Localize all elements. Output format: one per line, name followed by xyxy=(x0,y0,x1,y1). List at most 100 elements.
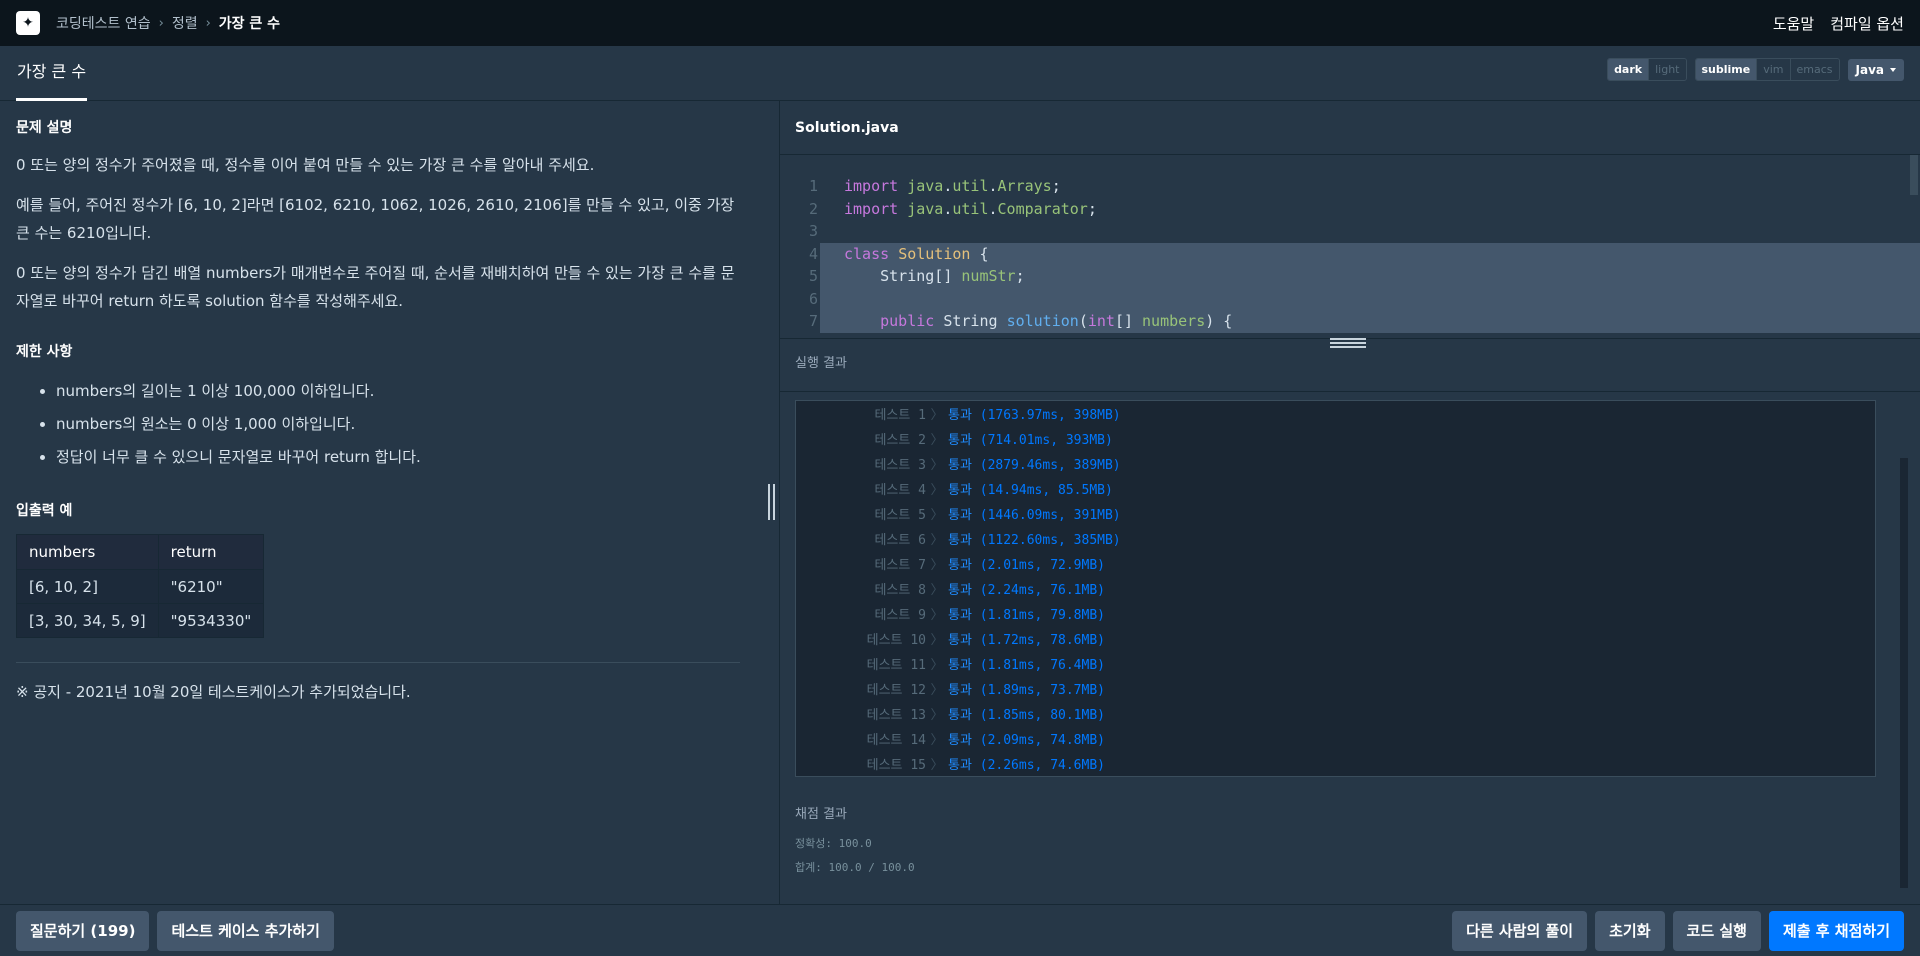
test-status: 통과 xyxy=(948,683,972,698)
code-token: numbers xyxy=(1142,312,1206,330)
code-token: ; xyxy=(1087,199,1097,218)
code-editor[interactable]: 1 import java.util.Arrays; 2 import java.ut… xyxy=(780,155,1920,338)
line-number: 4 xyxy=(808,244,818,263)
code-token: public xyxy=(880,312,944,330)
test-detail: (2.26ms, 74.6MB) xyxy=(979,758,1105,773)
accuracy-line: 정확성: 100.0 xyxy=(795,837,872,850)
code-token: . xyxy=(988,177,998,195)
code-line[interactable]: 1 import java.util.Arrays; xyxy=(780,175,1920,198)
code-token: ) { xyxy=(1205,312,1233,330)
theme-light-button[interactable]: light xyxy=(1648,59,1686,80)
table-header-cell: numbers xyxy=(16,534,159,570)
table-cell: "9534330" xyxy=(157,603,265,638)
test-name: 테스트 12 xyxy=(866,683,926,698)
breadcrumb-item-coding-test[interactable]: 코딩테스트 연습 xyxy=(56,13,151,33)
divider xyxy=(16,662,740,663)
test-result-row: 테스트 12 〉 통과 (1.89ms, 73.7MB) xyxy=(796,678,1875,703)
test-name: 테스트 11 xyxy=(866,658,926,673)
keymap-sublime-button[interactable]: sublime xyxy=(1695,59,1757,80)
test-result: 통과 (1122.60ms, 385MB) xyxy=(948,528,1121,553)
test-status: 통과 xyxy=(948,533,972,548)
keymap-emacs-button[interactable]: emacs xyxy=(1789,59,1839,80)
help-link[interactable]: 도움말 xyxy=(1773,13,1814,34)
code-token: Solution xyxy=(898,244,971,263)
test-result: 통과 (2.09ms, 74.8MB) xyxy=(948,728,1105,753)
test-name: 테스트 10 xyxy=(866,633,926,648)
line-number: 1 xyxy=(808,177,818,195)
code-line[interactable]: 7 public String solution(int[] numbers) … xyxy=(780,310,1920,333)
result-scrollbar[interactable] xyxy=(1900,458,1908,888)
test-result-row: 테스트 11 〉 통과 (1.81ms, 76.4MB) xyxy=(796,653,1875,678)
code-token: [] xyxy=(1114,312,1143,330)
test-detail: (1122.60ms, 385MB) xyxy=(979,533,1121,548)
question-button[interactable]: 질문하기 (199) xyxy=(16,910,150,951)
reset-button[interactable]: 초기화 xyxy=(1595,910,1665,951)
test-result: 통과 (2.24ms, 76.1MB) xyxy=(948,578,1105,603)
code-line[interactable]: 5 String[] numStr; xyxy=(780,265,1920,288)
table-cell: [3, 30, 34, 5, 9] xyxy=(16,603,159,638)
test-result-row: 테스트 8 〉 통과 (2.24ms, 76.1MB) xyxy=(796,578,1875,603)
compile-options-link[interactable]: 컴파일 옵션 xyxy=(1830,13,1904,34)
code-token: { xyxy=(970,244,989,263)
test-result-row: 테스트 2 〉 통과 (714.01ms, 393MB) xyxy=(796,428,1875,453)
code-text: import java.util.Arrays; xyxy=(820,175,1920,198)
description-paragraph: 예를 들어, 주어진 정수가 [6, 10, 2]라면 [6102, 6210,… xyxy=(16,196,735,242)
test-result: 통과 (1.72ms, 78.6MB) xyxy=(948,628,1105,653)
editor-scrollbar[interactable] xyxy=(1910,155,1918,195)
tab-problem[interactable]: 가장 큰 수 xyxy=(16,46,88,101)
others-solutions-button[interactable]: 다른 사람의 풀이 xyxy=(1452,910,1588,951)
line-number: 2 xyxy=(808,199,818,218)
code-token: String[] xyxy=(844,267,962,285)
code-line[interactable]: 6 xyxy=(780,287,1920,310)
code-line[interactable]: 4 class Solution { xyxy=(780,242,1920,265)
language-select[interactable]: Java xyxy=(1847,58,1904,81)
code-text: String[] numStr; xyxy=(820,265,1920,288)
code-token: java xyxy=(907,199,944,218)
test-result-row: 테스트 1 〉 통과 (1763.97ms, 398MB) xyxy=(796,403,1875,428)
test-result-row: 테스트 4 〉 통과 (14.94ms, 85.5MB) xyxy=(796,478,1875,503)
limits-list: numbers의 길이는 1 이상 100,000 이하입니다. numbers… xyxy=(40,375,763,474)
keymap-toggle: sublime vim emacs xyxy=(1694,58,1840,81)
table-cell: [6, 10, 2] xyxy=(16,569,159,604)
test-result-row: 테스트 7 〉 통과 (2.01ms, 72.9MB) xyxy=(796,553,1875,578)
chevron-right-icon: 〉 xyxy=(930,458,944,473)
code-token: . xyxy=(988,199,998,218)
test-result-row: 테스트 14 〉 통과 (2.09ms, 74.8MB) xyxy=(796,728,1875,753)
test-result-row: 테스트 10 〉 통과 (1.72ms, 78.6MB) xyxy=(796,628,1875,653)
code-token: numStr xyxy=(961,267,1016,285)
code-token: class xyxy=(844,244,899,263)
add-test-case-button[interactable]: 테스트 케이스 추가하기 xyxy=(157,910,334,951)
chevron-right-icon: 〉 xyxy=(930,708,944,723)
test-detail: (2879.46ms, 389MB) xyxy=(979,458,1121,473)
code-text: class Solution { xyxy=(820,242,1920,265)
code-token: java xyxy=(907,177,944,195)
chevron-right-icon: 〉 xyxy=(930,633,944,648)
test-status: 통과 xyxy=(948,708,972,723)
test-result: 통과 (1.81ms, 76.4MB) xyxy=(948,653,1105,678)
chevron-right-icon: 〉 xyxy=(930,408,944,423)
test-result: 통과 (14.94ms, 85.5MB) xyxy=(948,478,1113,503)
file-name: Solution.java xyxy=(780,101,1920,155)
theme-dark-button[interactable]: dark xyxy=(1608,59,1649,80)
vertical-resize-handle[interactable] xyxy=(766,484,776,520)
table-row: [6, 10, 2] "6210" xyxy=(16,569,265,604)
logo-icon[interactable]: ✦ xyxy=(16,11,40,35)
breadcrumb: 코딩테스트 연습 › 정렬 › 가장 큰 수 xyxy=(56,13,280,33)
test-detail: (14.94ms, 85.5MB) xyxy=(979,483,1113,498)
test-result: 통과 (1446.09ms, 391MB) xyxy=(948,503,1121,528)
keymap-vim-button[interactable]: vim xyxy=(1756,59,1790,80)
code-token: String xyxy=(943,312,1007,330)
breadcrumb-item-sort[interactable]: 정렬 xyxy=(172,13,198,33)
test-detail: (714.01ms, 393MB) xyxy=(979,433,1113,448)
horizontal-resize-handle[interactable] xyxy=(1330,338,1366,348)
chevron-right-icon: 〉 xyxy=(930,583,944,598)
code-token: Comparator xyxy=(997,199,1088,218)
limit-item: numbers의 길이는 1 이상 100,000 이하입니다. xyxy=(40,375,763,408)
code-line[interactable]: 3 xyxy=(780,220,1920,243)
total-line: 합계: 100.0 / 100.0 xyxy=(795,861,915,874)
run-code-button[interactable]: 코드 실행 xyxy=(1672,910,1761,951)
code-token: ; xyxy=(1015,267,1025,285)
code-line[interactable]: 2 import java.util.Comparator; xyxy=(780,198,1920,221)
submit-button[interactable]: 제출 후 채점하기 xyxy=(1768,910,1904,951)
